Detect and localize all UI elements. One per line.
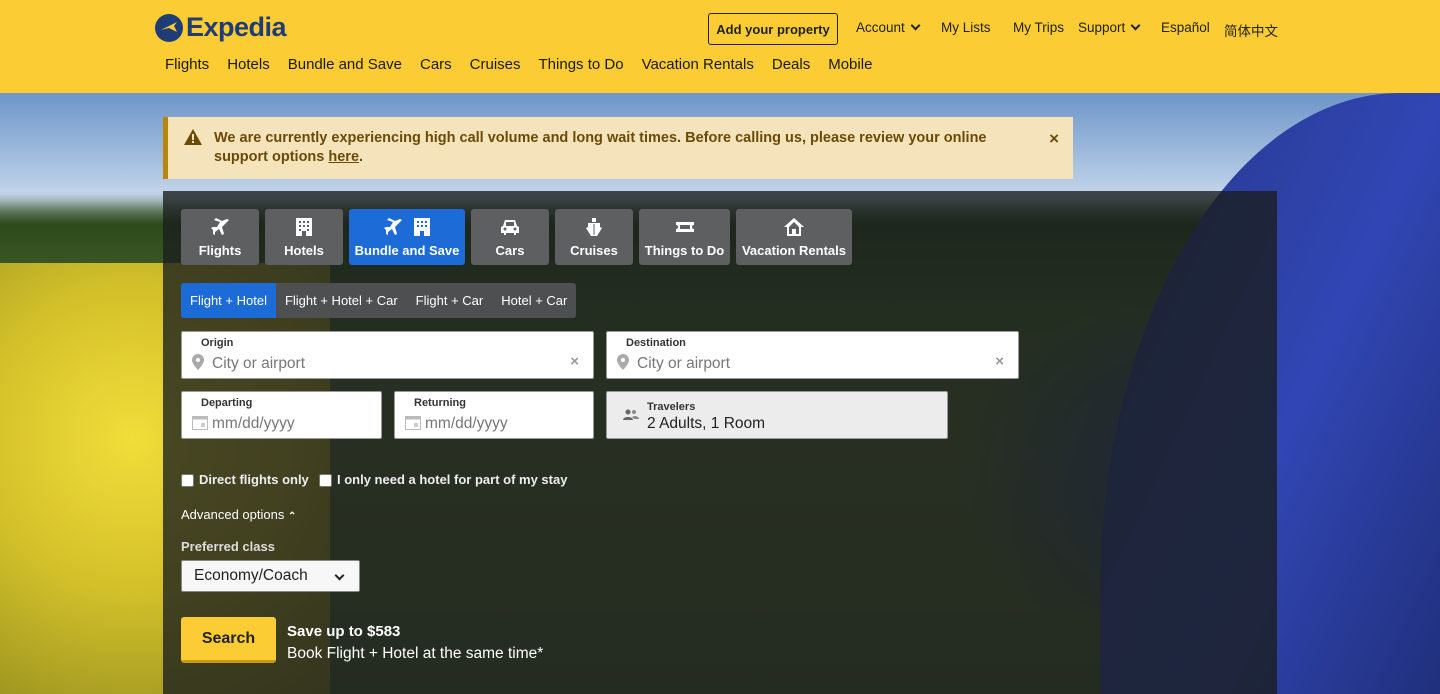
car-icon — [501, 220, 519, 235]
account-label: Account — [856, 20, 905, 35]
advanced-options-toggle[interactable]: Advanced options ⌃ — [181, 507, 296, 522]
account-menu[interactable]: Account — [856, 20, 921, 35]
my-trips-link[interactable]: My Trips — [1013, 20, 1064, 35]
nav-cruises[interactable]: Cruises — [470, 56, 521, 73]
origin-label: Origin — [201, 337, 234, 349]
tab-cars[interactable]: Cars — [471, 209, 549, 265]
close-icon[interactable]: × — [1049, 129, 1059, 149]
warning-icon — [184, 129, 202, 145]
globe-plane-icon — [155, 13, 183, 42]
nav-deals[interactable]: Deals — [772, 56, 810, 73]
savings-subtext: Book Flight + Hotel at the same time* — [287, 645, 544, 662]
destination-label: Destination — [626, 337, 686, 349]
chevron-down-icon — [910, 20, 921, 31]
departing-input[interactable]: mm/dd/yyyy — [212, 415, 295, 433]
tab-things-to-do[interactable]: Things to Do — [639, 209, 730, 265]
checkbox[interactable] — [319, 474, 332, 487]
departing-field[interactable]: Departing mm/dd/yyyy — [181, 391, 382, 439]
package-type-tabs: Flight + Hotel Flight + Hotel + Car Flig… — [181, 283, 577, 318]
nav-hotels[interactable]: Hotels — [227, 56, 270, 73]
tab-label: Vacation Rentals — [741, 243, 847, 258]
ticket-icon — [675, 222, 694, 232]
checkbox[interactable] — [181, 474, 194, 487]
chevron-up-double-icon: ⌃ — [287, 511, 297, 522]
alert-message: We are currently experiencing high call … — [214, 129, 1014, 167]
origin-input[interactable]: City or airport — [212, 355, 305, 373]
tab-label: Cruises — [570, 243, 618, 258]
building-icon — [414, 218, 430, 236]
savings-headline: Save up to $583 — [287, 623, 401, 640]
returning-input[interactable]: mm/dd/yyyy — [425, 415, 508, 433]
travelers-value: 2 Adults, 1 Room — [647, 415, 766, 432]
my-lists-link[interactable]: My Lists — [941, 20, 991, 35]
location-pin-icon — [192, 354, 204, 370]
returning-field[interactable]: Returning mm/dd/yyyy — [394, 391, 594, 439]
nav-cars[interactable]: Cars — [420, 56, 452, 73]
tab-bundle-and-save[interactable]: Bundle and Save — [349, 209, 465, 265]
direct-flights-label: Direct flights only — [199, 472, 309, 487]
alert-here-link[interactable]: here — [328, 149, 359, 165]
advanced-options-label: Advanced options — [181, 507, 285, 522]
calendar-icon — [405, 416, 421, 430]
nav-vacation-rentals[interactable]: Vacation Rentals — [642, 56, 754, 73]
house-icon — [784, 218, 804, 236]
tab-label: Hotels — [284, 243, 324, 258]
search-panel: Flights Hotels Bundle and Save Cars Crui… — [163, 191, 1277, 694]
travelers-icon — [623, 409, 639, 420]
direct-flights-checkbox[interactable]: Direct flights only — [181, 472, 309, 487]
nav-flights[interactable]: Flights — [165, 56, 209, 73]
building-icon — [296, 218, 312, 236]
clear-icon[interactable]: × — [570, 353, 579, 370]
preferred-class-value: Economy/Coach — [194, 567, 308, 584]
origin-field[interactable]: Origin City or airport × — [181, 331, 594, 379]
ship-icon — [586, 218, 602, 236]
subtab-flight-hotel[interactable]: Flight + Hotel — [181, 283, 276, 318]
clear-icon[interactable]: × — [995, 353, 1004, 370]
calendar-icon — [192, 416, 208, 430]
expedia-logo[interactable]: Expedia — [155, 12, 287, 43]
search-button[interactable]: Search — [181, 617, 276, 663]
tab-flights[interactable]: Flights — [181, 209, 259, 265]
site-header: Expedia Add your property Account My Lis… — [0, 0, 1440, 93]
tab-cruises[interactable]: Cruises — [555, 209, 633, 265]
tab-label: Bundle and Save — [354, 243, 460, 258]
alert-period: . — [359, 149, 364, 165]
travelers-field[interactable]: Travelers 2 Adults, 1 Room — [606, 391, 948, 439]
support-label: Support — [1078, 20, 1126, 35]
tab-label: Things to Do — [644, 243, 725, 258]
destination-field[interactable]: Destination City or airport × — [606, 331, 1019, 379]
nav-bundle-and-save[interactable]: Bundle and Save — [288, 56, 402, 73]
location-pin-icon — [617, 354, 629, 370]
destination-input[interactable]: City or airport — [637, 355, 730, 373]
nav-things-to-do[interactable]: Things to Do — [539, 56, 624, 73]
support-alert: We are currently experiencing high call … — [163, 117, 1073, 179]
departing-label: Departing — [201, 397, 253, 409]
nav-mobile[interactable]: Mobile — [828, 56, 872, 73]
returning-label: Returning — [414, 397, 466, 409]
subtab-hotel-car[interactable]: Hotel + Car — [492, 283, 576, 318]
preferred-class-select[interactable]: Economy/Coach — [181, 560, 360, 592]
tab-label: Cars — [495, 243, 525, 258]
add-property-button[interactable]: Add your property — [708, 13, 838, 45]
tab-vacation-rentals[interactable]: Vacation Rentals — [736, 209, 852, 265]
plane-icon — [211, 218, 229, 235]
chevron-down-icon — [1130, 20, 1141, 31]
partial-hotel-checkbox[interactable]: I only need a hotel for part of my stay — [319, 472, 567, 487]
subtab-flight-car[interactable]: Flight + Car — [407, 283, 493, 318]
main-nav: Flights Hotels Bundle and Save Cars Crui… — [165, 56, 890, 73]
tab-label: Flights — [198, 243, 242, 258]
tab-hotels[interactable]: Hotels — [265, 209, 343, 265]
chevron-down-icon — [334, 570, 345, 581]
plane-icon — [384, 218, 402, 235]
preferred-class-label: Preferred class — [181, 539, 275, 554]
chinese-link[interactable]: 简体中文 — [1224, 20, 1278, 40]
travelers-label: Travelers — [647, 401, 696, 413]
subtab-flight-hotel-car[interactable]: Flight + Hotel + Car — [276, 283, 407, 318]
support-menu[interactable]: Support — [1078, 20, 1141, 35]
partial-hotel-label: I only need a hotel for part of my stay — [337, 472, 568, 487]
logo-text: Expedia — [186, 12, 287, 42]
espanol-link[interactable]: Español — [1161, 20, 1210, 35]
